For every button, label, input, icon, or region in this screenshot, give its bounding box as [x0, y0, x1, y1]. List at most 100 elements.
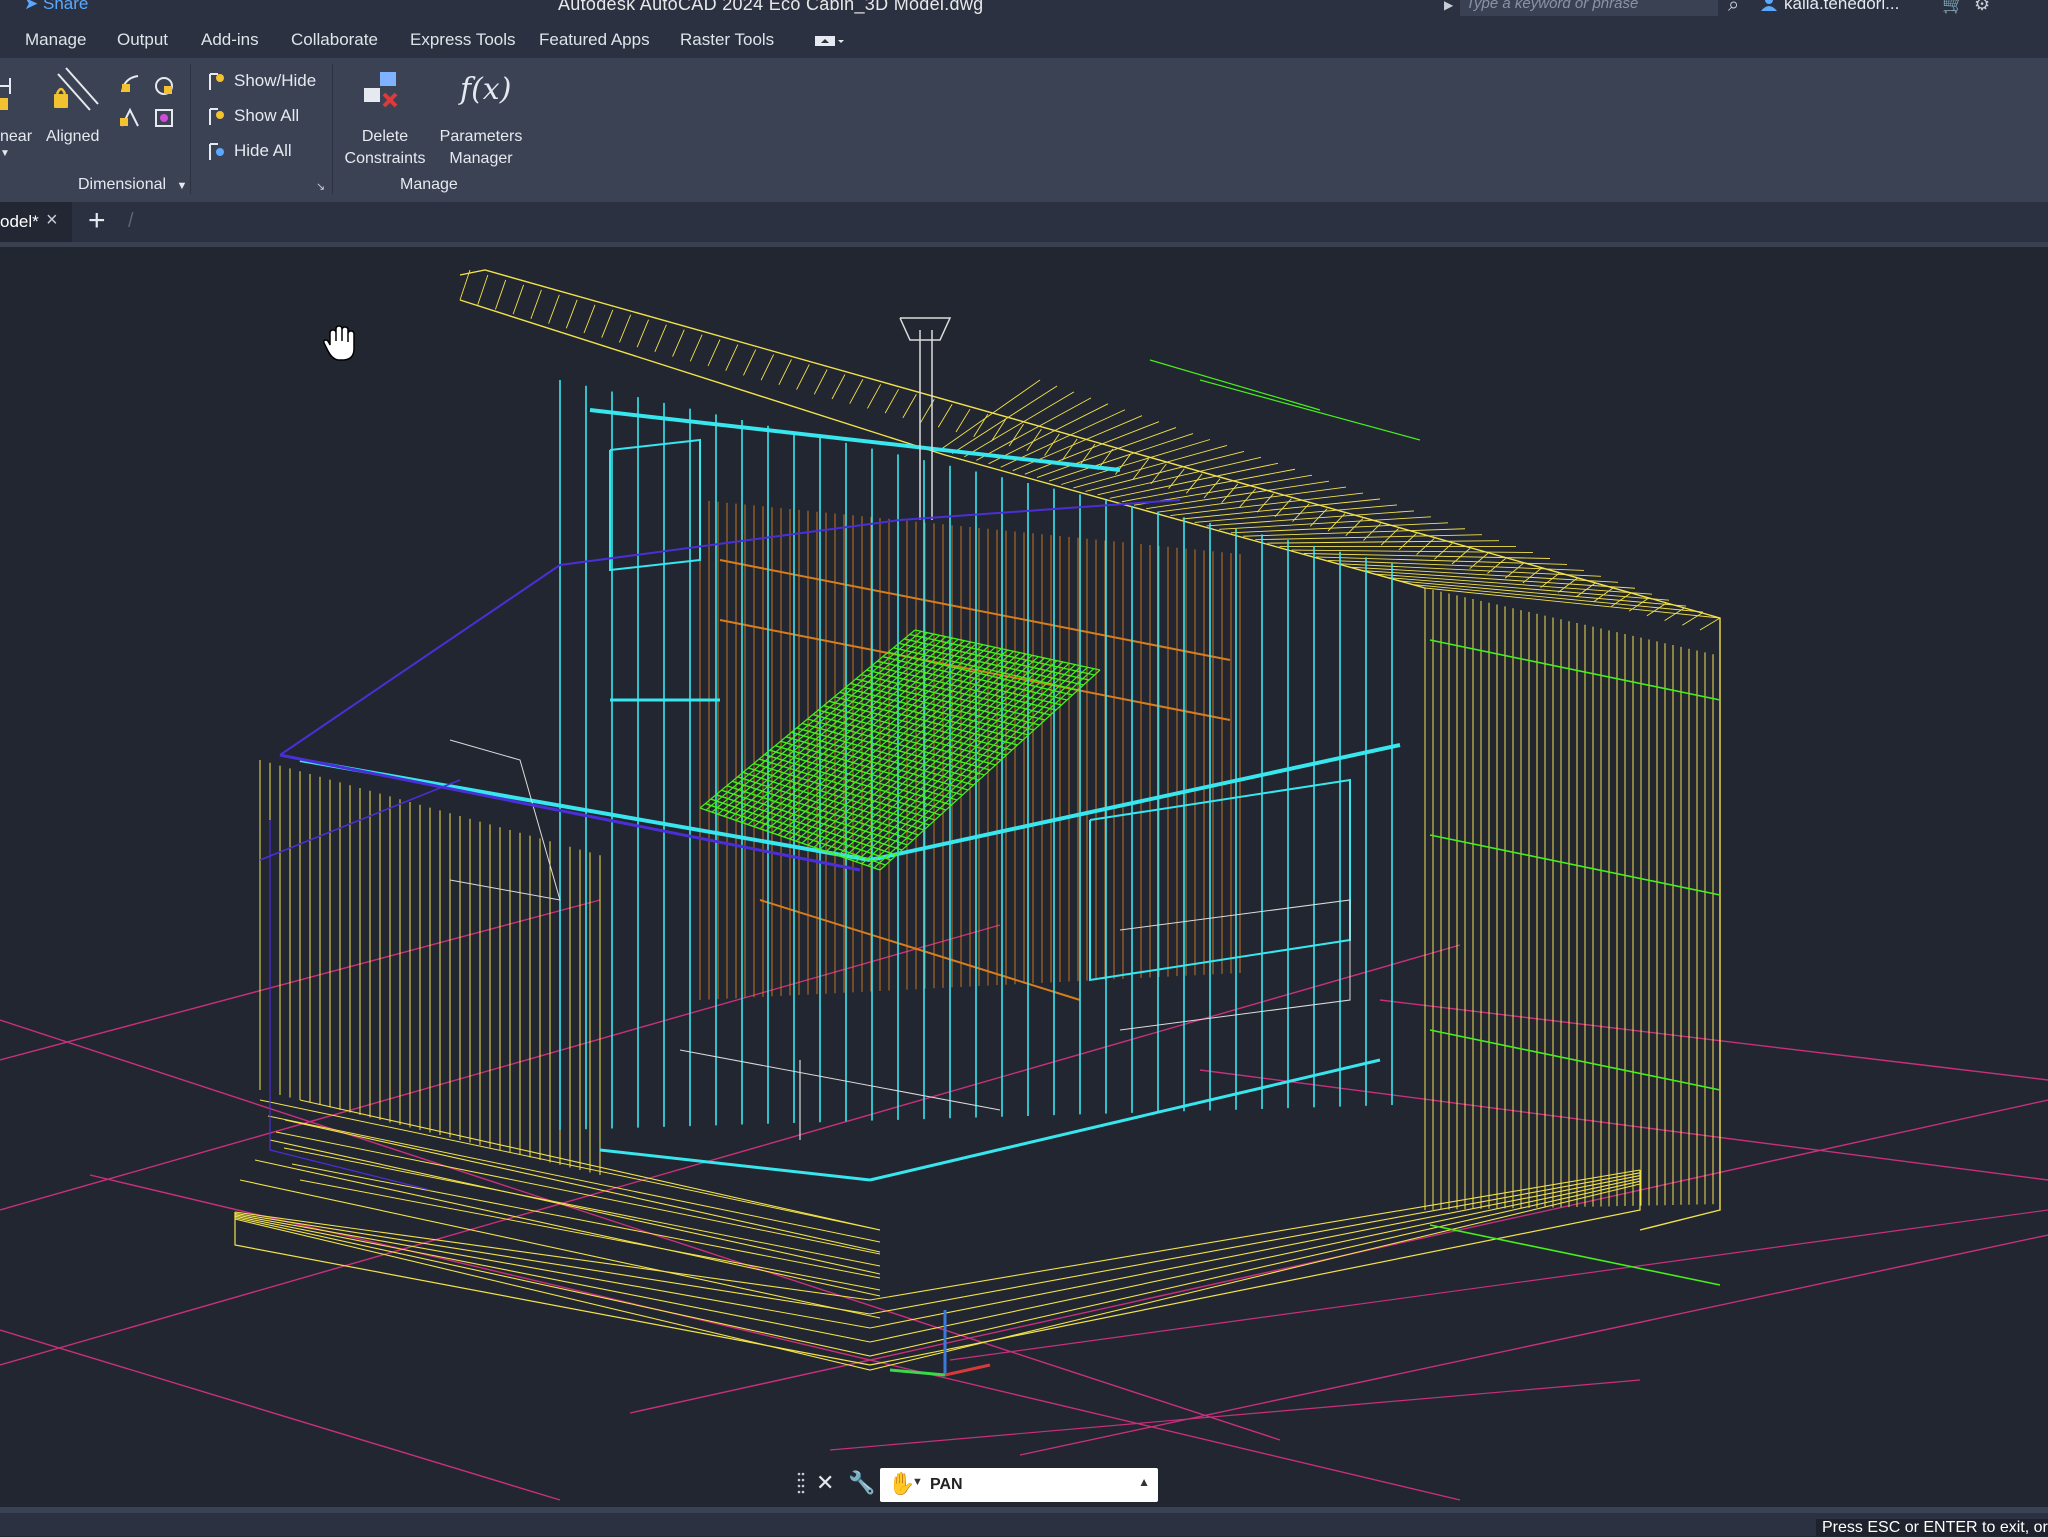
chevron-up-icon[interactable]: ▲ — [1138, 1475, 1150, 1489]
command-input[interactable]: ✋ ▼ PAN ▲ — [880, 1468, 1158, 1502]
wire-segment — [689, 334, 703, 362]
wire-segment — [747, 640, 965, 825]
angular-constraint-icon[interactable] — [118, 72, 142, 96]
show-hide-button[interactable]: Show/Hide — [206, 70, 316, 92]
wire-segment — [1522, 567, 1542, 584]
linear-constraint-button[interactable]: near ▼ — [0, 64, 32, 164]
wire-segment — [944, 1363, 991, 1377]
hide-all-icon — [209, 143, 224, 160]
hide-all-button[interactable]: Hide All — [206, 140, 292, 162]
wire-segment — [565, 299, 578, 329]
radius-constraint-icon[interactable] — [152, 72, 176, 96]
wire-segment — [1429, 1224, 1721, 1286]
show-all-icon — [209, 108, 224, 125]
status-prompt: Press ESC or ENTER to exit, or — [1816, 1519, 2048, 1536]
chevron-down-icon[interactable]: ▼ — [912, 1476, 923, 1488]
new-tab-button[interactable]: + — [88, 204, 106, 238]
search-input[interactable]: Type a keyword or phrase — [1460, 0, 1718, 16]
wire-segment — [1699, 617, 1721, 631]
document-tab[interactable]: odel* × — [0, 202, 72, 242]
wire-segment — [725, 344, 739, 371]
search-expand-icon[interactable]: ▶ — [1444, 0, 1453, 12]
wire-segment — [1008, 423, 1024, 447]
close-icon[interactable]: ✕ — [816, 1470, 834, 1496]
ribbon-display-toggle-icon[interactable] — [815, 34, 845, 48]
wire-segment — [976, 397, 1092, 461]
help-icon[interactable]: ⚙ — [1974, 0, 1990, 15]
wire-outline — [449, 739, 561, 901]
tab-featured-apps[interactable]: Featured Apps — [539, 30, 650, 50]
user-account-button[interactable]: kalla.tenedori... — [1784, 0, 1899, 14]
title-bar: ➤ Share Autodesk AutoCAD 2024 Eco Cabin_… — [0, 0, 2048, 16]
panel-divider — [332, 64, 333, 194]
parameters-manager-button[interactable]: f(x) Parameters Manager — [432, 64, 530, 168]
close-icon[interactable]: × — [46, 209, 58, 232]
grip-handle-icon[interactable] — [796, 1470, 806, 1500]
search-icon[interactable]: ⌕ — [1728, 0, 1739, 16]
wire-segment — [1061, 439, 1211, 485]
wire-outline — [234, 1177, 1641, 1343]
tab-raster-tools[interactable]: Raster Tools — [680, 30, 774, 50]
wire-segment — [1149, 359, 1321, 411]
dimensional-panel-title[interactable]: Dimensional ▼ — [78, 176, 187, 194]
wire-segment — [239, 1179, 881, 1319]
wire-segment — [1185, 473, 1203, 494]
aligned-constraint-button[interactable]: Aligned — [44, 64, 110, 154]
wire-segment — [729, 636, 947, 819]
wire-outline — [1119, 899, 1351, 1031]
wire-outline — [1089, 778, 1351, 982]
delete-constraints-icon — [364, 72, 398, 108]
function-icon: f(x) — [460, 72, 512, 107]
wire-outline — [609, 438, 701, 572]
diameter-constraint-icon[interactable] — [118, 106, 142, 130]
wire-outline — [459, 269, 1721, 1231]
wire-segment — [512, 284, 524, 315]
wire-segment — [89, 1174, 1461, 1501]
wrench-icon[interactable]: 🔧 — [848, 1470, 875, 1496]
wire-segment — [1646, 602, 1667, 617]
aligned-constraint-icon — [54, 67, 99, 111]
wire-outline — [459, 299, 1426, 589]
wire-segment — [267, 1115, 881, 1243]
wire-segment — [589, 408, 1121, 472]
chevron-down-icon: ▼ — [0, 148, 10, 159]
wire-segment — [1199, 379, 1421, 441]
wire-segment — [1048, 433, 1194, 482]
tab-add-ins[interactable]: Add-ins — [201, 30, 259, 50]
wire-segment — [1256, 493, 1274, 513]
delete-constraints-button[interactable]: Delete Constraints — [338, 64, 432, 168]
panel-divider — [190, 64, 191, 194]
user-icon[interactable] — [1760, 0, 1778, 11]
wire-segment — [949, 1209, 2048, 1361]
tab-express-tools[interactable]: Express Tools — [410, 30, 516, 50]
wire-segment — [0, 1329, 561, 1501]
wire-segment — [937, 403, 953, 428]
drawing-viewport[interactable] — [0, 247, 2048, 1507]
wire-segment — [0, 944, 1461, 1366]
wire-segment — [1558, 577, 1578, 593]
wire-segment — [831, 374, 846, 400]
wire-segment — [548, 294, 560, 324]
share-button[interactable]: ➤ Share — [24, 0, 88, 14]
wire-segment — [1412, 584, 1704, 613]
wire-segment — [813, 369, 828, 395]
wire-segment — [1221, 483, 1239, 504]
wire-segment — [1158, 486, 1347, 513]
wire-segment — [884, 389, 899, 414]
tab-collaborate[interactable]: Collaborate — [291, 30, 378, 50]
ribbon-tab-bar: Manage Output Add-ins Collaborate Expres… — [0, 16, 2048, 58]
tab-divider: / — [128, 210, 134, 232]
wire-segment — [1085, 450, 1245, 492]
wire-segment — [829, 1379, 1641, 1451]
tab-manage[interactable]: Manage — [25, 30, 86, 50]
show-all-button[interactable]: Show All — [206, 105, 299, 127]
document-tab-bar: odel* × + / — [0, 202, 2048, 242]
convert-constraint-icon[interactable] — [152, 106, 176, 130]
wire-segment — [530, 289, 542, 320]
wire-segment — [1061, 438, 1078, 461]
dialog-launcher-icon[interactable]: ↘ — [316, 180, 325, 193]
command-line: ✕ 🔧 ✋ ▼ PAN ▲ — [796, 1468, 1158, 1502]
wire-segment — [743, 349, 757, 376]
tab-output[interactable]: Output — [117, 30, 168, 50]
cart-icon[interactable]: 🛒 — [1942, 0, 1964, 15]
